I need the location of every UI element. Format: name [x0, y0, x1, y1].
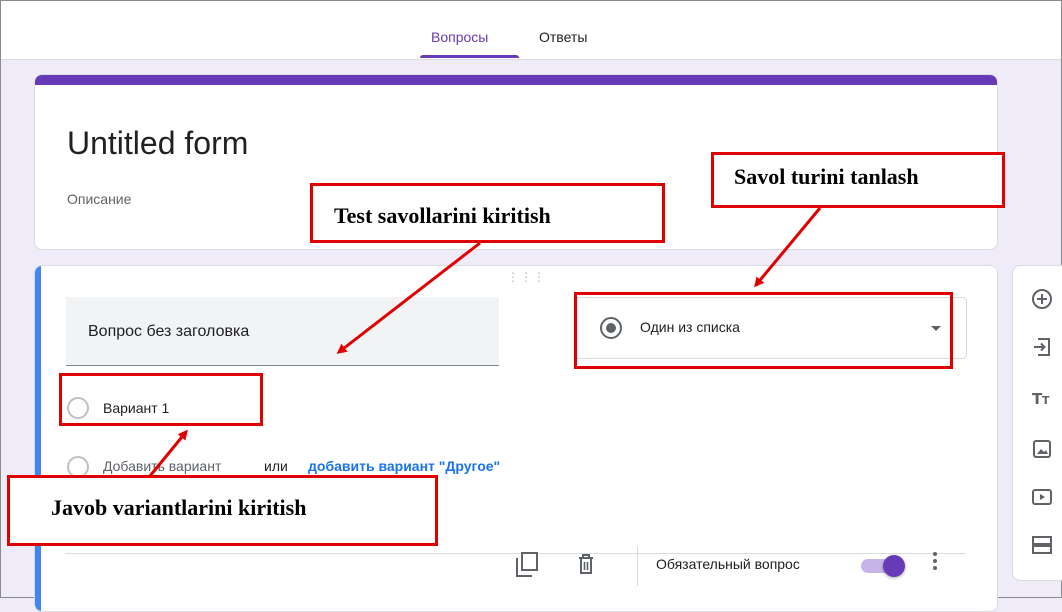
- add-title-icon[interactable]: T T: [1031, 387, 1053, 409]
- footer-vertical-divider: [637, 546, 638, 586]
- question-type-highlight: [574, 292, 953, 369]
- duplicate-icon[interactable]: [515, 552, 539, 578]
- active-tab-indicator: [420, 55, 519, 58]
- tab-questions[interactable]: Вопросы: [431, 29, 488, 45]
- add-option-link[interactable]: Добавить вариант: [103, 458, 221, 474]
- drag-handle-icon[interactable]: ⋮⋮⋮: [507, 271, 546, 283]
- or-text: или: [264, 458, 288, 474]
- form-title[interactable]: Untitled form: [67, 125, 248, 162]
- svg-text:T: T: [1042, 394, 1050, 407]
- question-title-placeholder: Вопрос без заголовка: [88, 323, 250, 340]
- add-other-option-link[interactable]: добавить вариант "Другое": [308, 458, 500, 474]
- form-description[interactable]: Описание: [67, 191, 131, 207]
- option-highlight: [59, 373, 263, 426]
- add-section-icon[interactable]: [1031, 534, 1053, 556]
- required-toggle-knob[interactable]: [883, 555, 905, 577]
- question-toolbar: T T: [1012, 265, 1062, 581]
- more-options-icon[interactable]: [933, 552, 937, 573]
- top-tab-bar: Вопросы Ответы: [1, 1, 1061, 60]
- annotation-questions-entry: Test savollarini kiritish: [310, 183, 665, 243]
- active-question-bar: [35, 266, 41, 611]
- question-title-input[interactable]: Вопрос без заголовка: [66, 297, 499, 366]
- annotation-answers-entry: Javob variantlarini kiritish: [7, 475, 438, 546]
- form-accent-bar: [35, 75, 997, 85]
- delete-icon[interactable]: [576, 553, 596, 575]
- annotation-question-type: Savol turini tanlash: [711, 152, 1005, 208]
- add-video-icon[interactable]: [1031, 486, 1053, 508]
- import-questions-icon[interactable]: [1031, 336, 1053, 358]
- add-image-icon[interactable]: [1031, 438, 1053, 460]
- add-question-icon[interactable]: [1031, 288, 1053, 310]
- required-label: Обязательный вопрос: [656, 556, 800, 572]
- tab-responses[interactable]: Ответы: [539, 29, 587, 45]
